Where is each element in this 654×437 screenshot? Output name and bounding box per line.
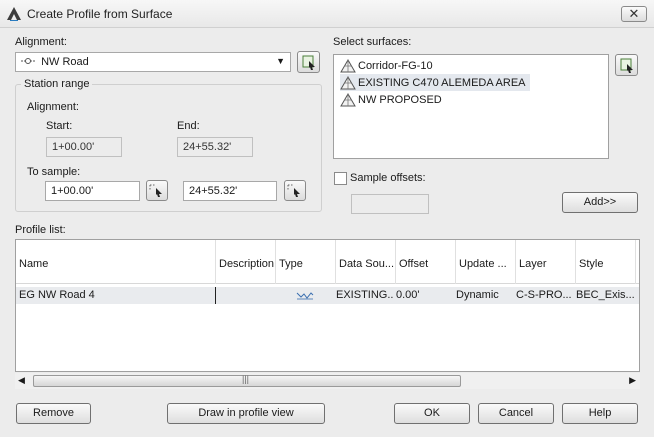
select-from-drawing-icon	[302, 55, 315, 70]
column-header-style[interactable]: Style	[576, 240, 636, 284]
column-header-update[interactable]: Update ...	[456, 240, 516, 284]
civil3d-app-icon	[7, 7, 21, 21]
surface-icon	[340, 75, 356, 89]
cell-style: BEC_Exis...	[576, 289, 635, 301]
select-alignment-from-drawing-button[interactable]	[297, 51, 320, 73]
pick-start-station-button[interactable]	[146, 180, 168, 201]
add-button[interactable]: Add>>	[562, 192, 638, 213]
select-surfaces-label: Select surfaces:	[333, 36, 412, 48]
start-station-field: 1+00.00'	[46, 137, 122, 157]
profile-list-label: Profile list:	[15, 224, 66, 236]
profile-line-icon	[296, 290, 316, 303]
end-station-field: 24+55.32'	[177, 137, 253, 157]
ok-button[interactable]: OK	[394, 403, 470, 424]
horizontal-scrollbar[interactable]: ◀ ||| ▶	[15, 373, 640, 389]
sample-offsets-label: Sample offsets:	[350, 172, 426, 184]
surface-icon	[340, 92, 356, 106]
to-sample-label: To sample:	[27, 166, 81, 178]
pick-station-icon	[287, 184, 300, 197]
profile-list-table[interactable]: Name Description Type Data Sou... Offset…	[15, 239, 640, 372]
select-from-drawing-icon	[620, 58, 633, 73]
edit-cursor	[215, 287, 216, 304]
title-bar: Create Profile from Surface ✕	[0, 0, 654, 28]
surface-item[interactable]: NW PROPOSED	[340, 91, 446, 108]
help-button[interactable]: Help	[562, 403, 638, 424]
close-icon: ✕	[628, 6, 640, 21]
alignment-selected: NW Road	[41, 56, 89, 68]
alignment-dropdown[interactable]: NW Road ▼	[15, 52, 291, 72]
end-label: End:	[177, 120, 200, 132]
scroll-right-icon[interactable]: ▶	[629, 375, 636, 386]
close-button[interactable]: ✕	[621, 6, 647, 22]
cell-update: Dynamic	[456, 289, 499, 301]
cell-name: EG NW Road 4	[19, 289, 95, 301]
scroll-left-icon[interactable]: ◀	[18, 375, 25, 386]
select-surface-from-drawing-button[interactable]	[615, 54, 638, 76]
cancel-button[interactable]: Cancel	[478, 403, 554, 424]
surface-name: EXISTING C470 ALEMEDA AREA	[358, 76, 526, 89]
surface-icon	[340, 58, 356, 72]
draw-in-profile-view-button[interactable]: Draw in profile view	[167, 403, 325, 424]
station-range-label: Station range	[21, 78, 93, 90]
column-header-name[interactable]: Name	[16, 240, 216, 284]
window-title: Create Profile from Surface	[27, 7, 173, 21]
table-row[interactable]: EG NW Road 4 EXISTING... 0.00' Dynamic C…	[16, 287, 639, 304]
cell-layer: C-S-PRO...	[516, 289, 572, 301]
start-label: Start:	[46, 120, 73, 132]
column-header-data-source[interactable]: Data Sou...	[336, 240, 396, 284]
alignment-label: Alignment:	[15, 36, 67, 48]
pick-end-station-button[interactable]	[284, 180, 306, 201]
scrollbar-thumb[interactable]: |||	[33, 374, 461, 387]
table-header: Name Description Type Data Sou... Offset…	[16, 240, 639, 284]
sample-offsets-checkbox[interactable]	[334, 172, 347, 185]
alignment-icon	[21, 58, 35, 64]
column-header-type[interactable]: Type	[276, 240, 336, 284]
remove-button[interactable]: Remove	[16, 403, 91, 424]
cell-data-source: EXISTING...	[336, 289, 394, 301]
column-header-offset[interactable]: Offset	[396, 240, 456, 284]
sample-start-input[interactable]: 1+00.00'	[45, 181, 140, 201]
surface-item[interactable]: EXISTING C470 ALEMEDA AREA	[340, 74, 530, 91]
cell-offset: 0.00'	[396, 289, 420, 301]
column-header-description[interactable]: Description	[216, 240, 276, 284]
surfaces-list[interactable]: Corridor-FG-10 EXISTING C470 ALEMEDA ARE…	[333, 54, 609, 159]
station-alignment-label: Alignment:	[27, 101, 79, 113]
sample-end-input[interactable]: 24+55.32'	[183, 181, 277, 201]
pick-station-icon	[149, 184, 162, 197]
surface-name: Corridor-FG-10	[358, 59, 433, 72]
surface-item[interactable]: Corridor-FG-10	[340, 57, 437, 74]
sample-offsets-input[interactable]	[351, 194, 429, 214]
chevron-down-icon: ▼	[276, 56, 285, 66]
column-header-layer[interactable]: Layer	[516, 240, 576, 284]
grip-icon: |||	[242, 374, 250, 384]
surface-name: NW PROPOSED	[358, 93, 442, 106]
